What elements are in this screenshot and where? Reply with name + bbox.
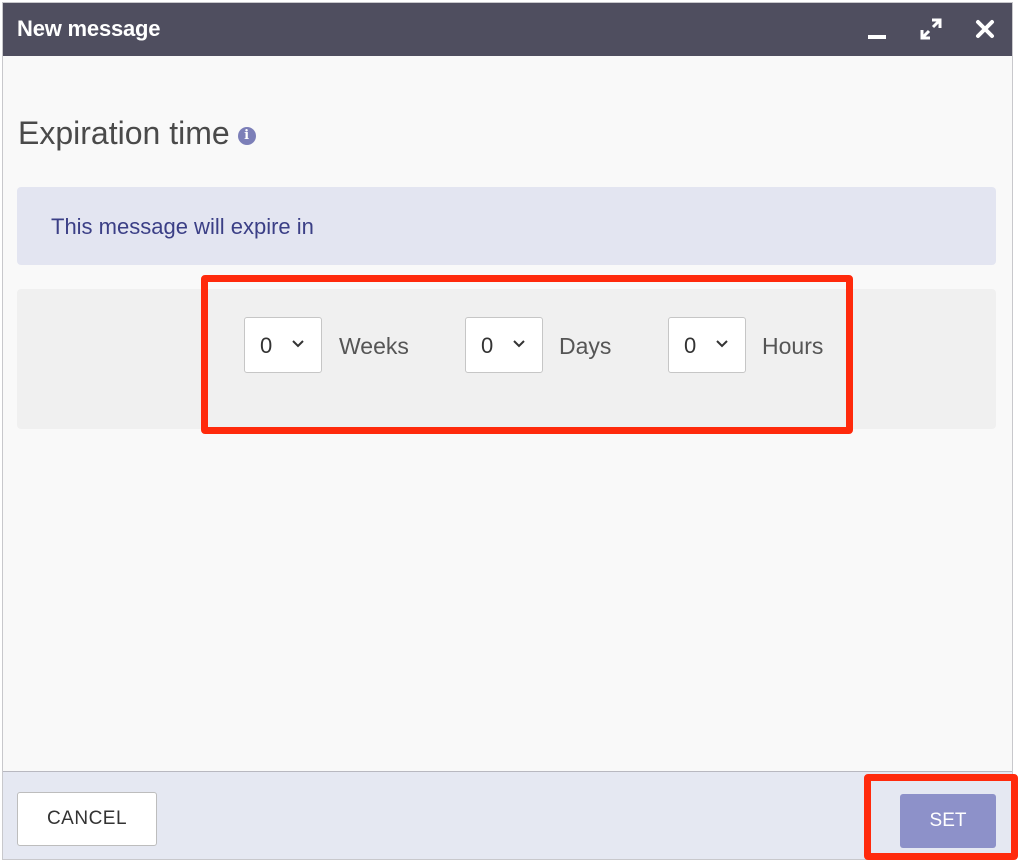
expand-icon[interactable]	[917, 15, 945, 43]
dialog-footer: CANCEL SET	[3, 771, 1012, 859]
minimize-icon[interactable]	[863, 15, 891, 43]
expiry-notice: This message will expire in	[17, 187, 996, 265]
set-button-highlight-box	[864, 774, 1018, 860]
selector-highlight-box	[201, 275, 853, 434]
notice-text: This message will expire in	[51, 214, 314, 239]
window-title: New message	[17, 16, 161, 41]
heading-text: Expiration time	[18, 115, 230, 151]
cancel-button[interactable]: CANCEL	[17, 792, 157, 846]
page-title: Expiration time i	[18, 115, 256, 152]
close-icon[interactable]	[971, 15, 999, 43]
info-icon[interactable]: i	[237, 126, 256, 145]
title-bar: New message	[3, 3, 1012, 56]
